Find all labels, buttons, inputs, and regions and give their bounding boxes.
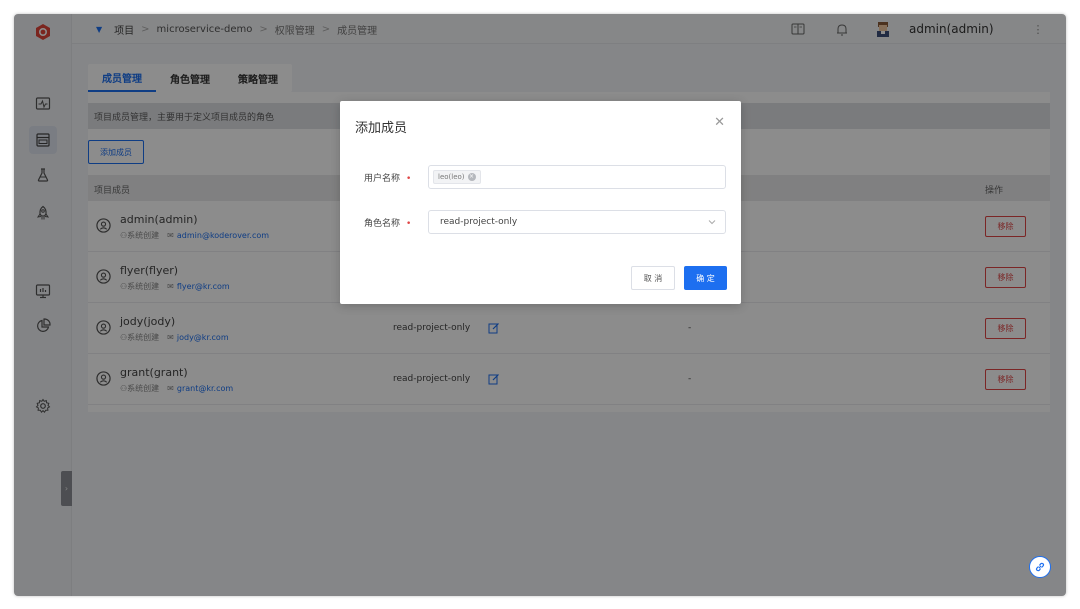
user-tag: leo(leo) × [433, 170, 481, 184]
role-name-label-text: 角色名称 [364, 219, 401, 229]
help-link-icon[interactable] [1029, 556, 1051, 578]
user-name-label-text: 用户名称 [364, 174, 401, 184]
required-marker: • [406, 219, 412, 229]
required-marker: • [406, 174, 412, 184]
role-select[interactable]: read-project-only [428, 210, 726, 234]
role-select-value: read-project-only [440, 217, 518, 227]
close-icon[interactable]: ✕ [714, 115, 725, 130]
role-name-label: 角色名称 • [364, 216, 411, 229]
tag-remove-icon[interactable]: × [467, 173, 476, 181]
user-select-input[interactable]: leo(leo) × [428, 165, 726, 189]
user-tag-text: leo(leo) [438, 173, 465, 181]
confirm-button[interactable]: 确 定 [684, 266, 727, 290]
add-member-dialog: 添加成员 ✕ 用户名称 • leo(leo) × 角色名称 • read-proje… [340, 101, 741, 304]
user-name-label: 用户名称 • [364, 171, 411, 184]
cancel-button[interactable]: 取 消 [631, 266, 675, 290]
dialog-title: 添加成员 [355, 121, 408, 136]
chevron-down-icon [708, 220, 716, 225]
